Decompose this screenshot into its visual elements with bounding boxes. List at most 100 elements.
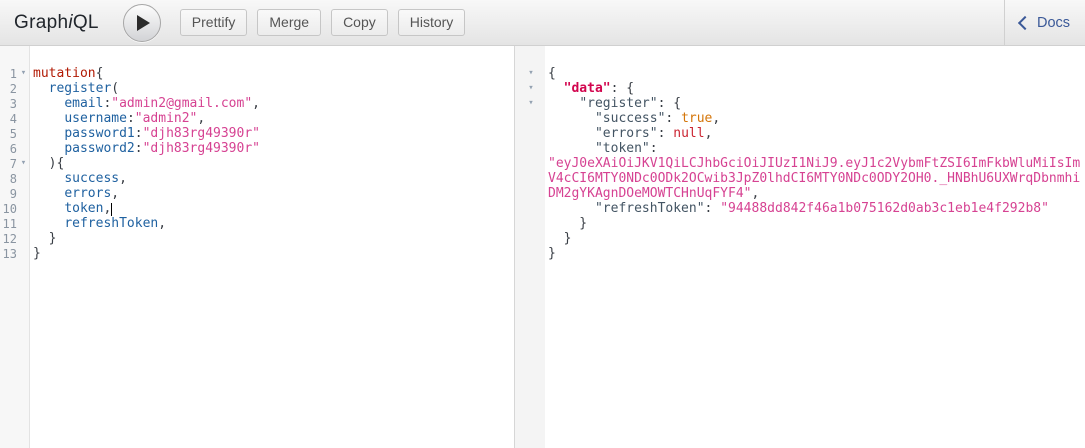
- toolbar-button-copy[interactable]: Copy: [331, 9, 388, 36]
- code-token: : {: [657, 96, 682, 111]
- query-editor[interactable]: 1 ▾ mutation{2 register(3 email:"admin2@gm…: [0, 46, 515, 448]
- toolbar-button-merge[interactable]: Merge: [257, 9, 322, 36]
- line-number: 13: [2, 247, 17, 261]
- text-cursor: [111, 203, 113, 216]
- line-number: 2: [9, 82, 17, 96]
- editor-code-line[interactable]: 10 token,: [0, 201, 514, 216]
- app-title: GraphiQL: [14, 12, 99, 34]
- code-token: }: [548, 216, 588, 231]
- code-token: ,: [197, 111, 206, 126]
- result-viewer: ▾{▾ "data": {▾ "register": { "success": …: [515, 46, 1085, 448]
- code-token: {: [95, 66, 104, 81]
- code-token: }: [33, 246, 41, 261]
- docs-label: Docs: [1036, 14, 1071, 31]
- code-token: }: [548, 231, 572, 246]
- result-code-line: "refreshToken": "94488dd842f46a1b075162d…: [515, 201, 1085, 216]
- execute-query-button[interactable]: [122, 3, 161, 42]
- code-token: }: [548, 246, 556, 261]
- fold-arrow-icon[interactable]: ▾: [524, 81, 538, 96]
- app-title-post: QL: [72, 11, 99, 33]
- code-token: password1: [64, 126, 135, 141]
- code-token: ,: [103, 201, 112, 216]
- editor-code-line[interactable]: 13}: [0, 246, 514, 261]
- code-token: "register": [579, 96, 658, 111]
- code-token: :: [665, 111, 682, 126]
- code-token: V4cCI6MTY0NDc0ODk2OCwib3JpZ0lhdCI6MTY0ND…: [548, 171, 1081, 186]
- code-token: ,: [252, 96, 260, 111]
- result-code-line: ▾{: [515, 66, 1085, 81]
- editor-code-line[interactable]: 11 refreshToken,: [0, 216, 514, 231]
- graphiql-app: GraphiQL Prettify Merge Copy History Docs 1…: [0, 0, 1085, 448]
- code-token: (: [111, 81, 120, 96]
- code-token: "token": [594, 141, 650, 156]
- line-number: 1: [9, 67, 17, 81]
- result-code-line: }: [515, 231, 1085, 246]
- code-token: ,: [158, 216, 167, 231]
- code-token: "djh83rg49390r": [142, 141, 260, 156]
- line-number: 8: [9, 172, 17, 186]
- fold-arrow-icon[interactable]: ▾: [18, 66, 29, 81]
- code-token: {: [548, 66, 556, 81]
- play-icon: [137, 14, 151, 31]
- toolbar-button-history[interactable]: History: [397, 9, 466, 36]
- editor-code-line[interactable]: 8 success,: [0, 171, 514, 186]
- code-token: ,: [119, 171, 127, 186]
- code-token: :: [134, 141, 143, 156]
- code-token: "94488dd842f46a1b075162d0ab3c1eb1e4f292b…: [720, 201, 1049, 216]
- code-token: username: [64, 111, 127, 126]
- line-number: 6: [9, 142, 17, 156]
- code-token: null: [673, 126, 705, 141]
- toolbar-button-prettify[interactable]: Prettify: [179, 9, 248, 36]
- editor-code-line[interactable]: 1 ▾ mutation{: [0, 66, 514, 81]
- editor-code-line[interactable]: 9 errors,: [0, 186, 514, 201]
- fold-arrow-icon[interactable]: ▾: [18, 156, 29, 171]
- editor-code-line[interactable]: 5 password1:"djh83rg49390r": [0, 126, 514, 141]
- result-code-line: "errors": null,: [515, 126, 1085, 141]
- result-code-line: }: [515, 246, 1085, 261]
- line-number: 3: [9, 97, 17, 111]
- code-token: "success": [594, 111, 666, 126]
- docs-button[interactable]: Docs: [1014, 14, 1076, 32]
- editor-code-line[interactable]: 6 password2:"djh83rg49390r": [0, 141, 514, 156]
- code-token: "errors": [594, 126, 658, 141]
- main-area: 1 ▾ mutation{2 register(3 email:"admin2@gm…: [0, 46, 1085, 448]
- code-token: }: [33, 231, 57, 246]
- fold-arrow-icon[interactable]: ▾: [524, 66, 538, 81]
- code-token: DM2gYKAgnDOeMOWTCHnUqFYF4": [548, 186, 752, 201]
- docs-section: Docs: [1004, 0, 1085, 45]
- code-token: refreshToken: [64, 216, 159, 231]
- code-token: :: [657, 126, 674, 141]
- editor-code-line[interactable]: 2 register(: [0, 81, 514, 96]
- code-token: : {: [610, 81, 635, 96]
- editor-code-line[interactable]: 4 username:"admin2",: [0, 111, 514, 126]
- line-number: 9: [9, 187, 17, 201]
- result-code-line: V4cCI6MTY0NDc0ODk2OCwib3JpZ0lhdCI6MTY0ND…: [515, 171, 1085, 186]
- code-token: "data": [563, 81, 611, 96]
- editor-code-line[interactable]: 7 ▾ ){: [0, 156, 514, 171]
- code-token: mutation: [33, 66, 96, 81]
- code-token: ,: [751, 186, 760, 201]
- result-code-line: ▾ "data": {: [515, 81, 1085, 96]
- result-code-line: "token":: [515, 141, 1085, 156]
- line-number: 11: [2, 217, 17, 231]
- code-token: :: [134, 126, 143, 141]
- line-number: 5: [9, 127, 17, 141]
- fold-arrow-icon[interactable]: ▾: [524, 96, 538, 111]
- code-token: errors: [64, 186, 112, 201]
- topbar: GraphiQL Prettify Merge Copy History Docs: [0, 0, 1085, 46]
- code-token: token: [64, 201, 104, 216]
- editor-code-line[interactable]: 12 }: [0, 231, 514, 246]
- editor-code-line[interactable]: 3 email:"admin2@gmail.com",: [0, 96, 514, 111]
- code-token: ){: [33, 156, 65, 171]
